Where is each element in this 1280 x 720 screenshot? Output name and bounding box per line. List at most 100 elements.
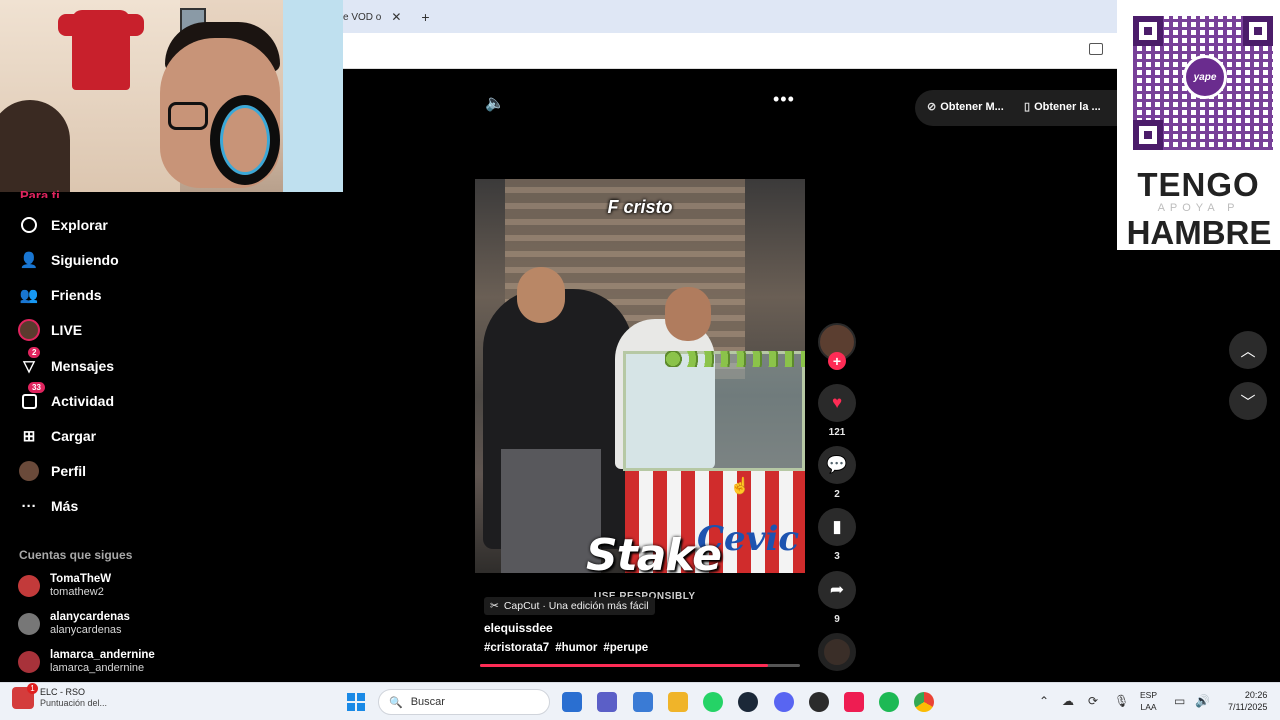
speaker-icon[interactable]: 🔊 [1195, 694, 1210, 708]
sidebar-item-cargar[interactable]: ⊞ Cargar [18, 422, 96, 450]
webcam-person-left [0, 100, 70, 192]
upload-icon: ⊞ [22, 428, 36, 445]
account-username: lamarca_andernine [50, 662, 145, 674]
browser-tab[interactable]: e VOD o ✕ + [343, 8, 430, 26]
qr-finder [1133, 120, 1163, 150]
live-avatar-icon [18, 319, 40, 341]
save-button[interactable]: ▮ [818, 508, 856, 546]
network-icon[interactable]: ▭ [1174, 694, 1185, 708]
install-app-icon[interactable] [1089, 43, 1103, 55]
spotify-icon[interactable] [879, 692, 899, 712]
friends-icon: 👥 [19, 287, 39, 304]
comment-count: 2 [834, 489, 840, 500]
following-account[interactable]: alanycardenas alanycardenas [18, 611, 130, 637]
capcut-tag[interactable]: ✂ CapCut · Una edición más fácil [484, 597, 655, 615]
get-app-label: Obtener la ... [1034, 100, 1101, 113]
whatsapp-icon[interactable] [703, 692, 723, 712]
following-account[interactable]: TomaTheW tomathew2 [18, 573, 111, 599]
webcam-jersey [58, 10, 144, 90]
capcut-label: CapCut · Una edición más fácil [503, 600, 649, 612]
qr-finder [1133, 16, 1163, 46]
save-count: 3 [834, 551, 840, 562]
comment-button[interactable]: 💬 [818, 446, 856, 484]
next-video-button[interactable]: ﹀ [1229, 382, 1267, 420]
notification-badge: 1 [27, 683, 38, 694]
donation-line-3: HAMBRE [1126, 214, 1272, 251]
sidebar-item-mensajes[interactable]: ▽ 2 Mensajes [18, 347, 115, 380]
sidebar-item-para-ti[interactable]: Para ti [20, 188, 60, 198]
discord-icon[interactable] [774, 692, 794, 712]
phone-icon: ▯ [1024, 101, 1031, 113]
sidebar: Para ti Explorar 👤 Siguiendo 👥 Friends L… [0, 188, 175, 682]
music-disc-icon[interactable] [818, 633, 856, 671]
share-button[interactable]: ➦ [818, 571, 856, 609]
sidebar-item-explorar[interactable]: Explorar [18, 211, 108, 239]
sync-icon[interactable]: ⟳ [1088, 694, 1098, 708]
yape-logo: yape [1183, 55, 1227, 99]
microphone-icon[interactable]: 🎙 [1114, 694, 1129, 708]
video-progress-bar[interactable] [480, 664, 800, 667]
sidebar-item-mas[interactable]: ··· Más [18, 492, 79, 520]
webcam-headset [210, 95, 280, 185]
teams-icon[interactable] [597, 692, 617, 712]
obs-icon[interactable] [809, 692, 829, 712]
tab-title: e VOD o [343, 11, 382, 23]
person-follow-icon: 👤 [19, 252, 39, 269]
sidebar-item-perfil[interactable]: Perfil [18, 457, 86, 485]
share-count: 9 [834, 614, 840, 625]
sidebar-item-label: Mensajes [51, 358, 115, 374]
heart-icon: ♥ [831, 393, 843, 412]
video-person-right-head [665, 287, 711, 341]
video-caption: F cristo [607, 197, 673, 217]
hashtag-link[interactable]: #perupe [603, 642, 648, 654]
sidebar-item-label: Actividad [51, 393, 115, 409]
account-username: tomathew2 [50, 586, 104, 598]
sponsor-logo: Stake [586, 530, 722, 581]
hashtag-link[interactable]: #cristorata7 [484, 642, 549, 654]
follow-plus-icon[interactable]: + [828, 352, 846, 370]
calculator-icon[interactable] [633, 692, 653, 712]
widget-subtitle: Puntuación del... [40, 698, 108, 708]
taskbar-widget[interactable]: 1 ELC - RSO Puntuación del... [12, 683, 108, 709]
sidebar-item-live[interactable]: LIVE [18, 316, 82, 344]
store-icon[interactable] [562, 692, 582, 712]
tab-close-icon[interactable]: ✕ [391, 10, 401, 24]
qr-finder [1243, 16, 1273, 46]
sidebar-item-label: Siguiendo [51, 252, 119, 268]
taskbar-clock[interactable]: 20:26 7/11/2025 [1228, 689, 1267, 713]
volume-icon[interactable]: 🔈 [485, 93, 505, 113]
get-desktop-app-button[interactable]: ⊘ Obtener M... [927, 100, 1004, 114]
sidebar-item-siguiendo[interactable]: 👤 Siguiendo [18, 246, 119, 274]
browser-tab-bar: e VOD o ✕ + [343, 0, 1117, 33]
clock-date: 7/11/2025 [1228, 702, 1268, 712]
hashtag-list: #cristorata7 #humor #perupe [484, 642, 648, 654]
steam-icon[interactable] [738, 692, 758, 712]
keyboard-language[interactable]: ESP LAA [1140, 689, 1157, 713]
chrome-icon[interactable] [914, 692, 934, 712]
new-tab-button[interactable]: + [421, 9, 429, 25]
hashtag-link[interactable]: #humor [555, 642, 597, 654]
file-explorer-icon[interactable] [668, 692, 688, 712]
video-author[interactable]: elequissdee [484, 621, 553, 635]
webcam-feed [0, 0, 343, 192]
sidebar-item-friends[interactable]: 👥 Friends [18, 281, 102, 309]
search-icon: 🔍 [389, 696, 403, 709]
get-app-label: Obtener M... [940, 100, 1004, 113]
more-options-icon[interactable]: ••• [773, 89, 795, 110]
following-heading: Cuentas que sigues [19, 548, 133, 562]
onedrive-icon[interactable]: ☁ [1062, 694, 1074, 708]
sidebar-item-actividad[interactable]: 33 Actividad [18, 382, 115, 415]
like-button[interactable]: ♥ [818, 384, 856, 422]
get-mobile-app-button[interactable]: ▯ Obtener la ... [1024, 100, 1101, 114]
tiktok-icon[interactable] [844, 692, 864, 712]
following-account[interactable]: lamarca_andernine lamarca_andernine [18, 649, 155, 675]
taskbar-search[interactable]: 🔍 Buscar [378, 689, 550, 715]
previous-video-button[interactable]: ︿ [1229, 331, 1267, 369]
account-name: alanycardenas [50, 611, 130, 623]
video-player[interactable]: Cevic F cristo [475, 179, 805, 573]
sidebar-item-label: LIVE [51, 322, 83, 338]
windows-start-icon[interactable] [347, 693, 365, 711]
windows-taskbar: 1 ELC - RSO Puntuación del... 🔍 Buscar ⌃… [0, 682, 1280, 720]
webcam-streamer-glasses [168, 102, 208, 130]
tray-chevron-up-icon[interactable]: ⌃ [1039, 694, 1049, 708]
